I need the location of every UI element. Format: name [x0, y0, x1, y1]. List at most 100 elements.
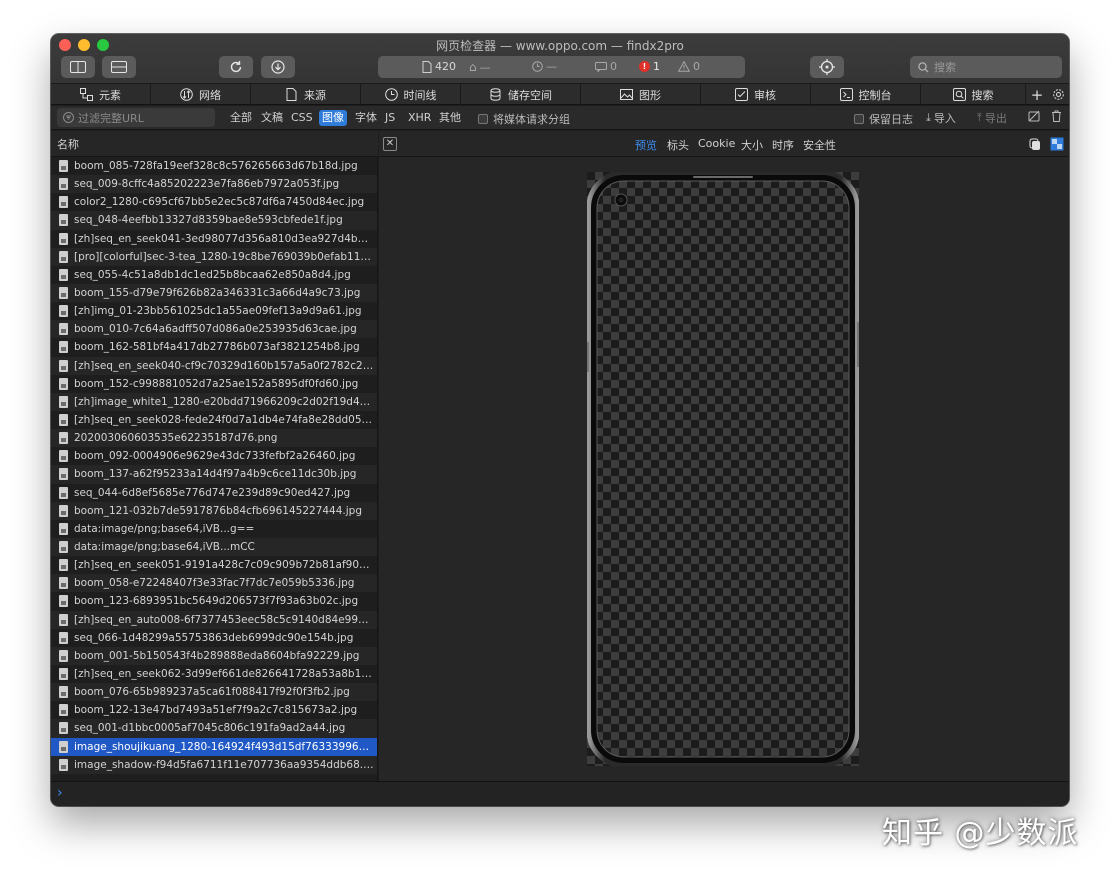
filter-type-fonts[interactable]: 字体: [352, 110, 380, 126]
disable-cache-button[interactable]: [1028, 110, 1040, 122]
trash-icon: [1052, 110, 1061, 122]
tab-sources[interactable]: 来源: [251, 84, 361, 105]
group-media-checkbox[interactable]: 将媒体请求分组: [478, 111, 570, 127]
tab-console[interactable]: 控制台: [811, 84, 921, 105]
preserve-log-checkbox[interactable]: 保留日志: [854, 111, 913, 127]
resource-name: boom_010-7c64a6adff507d086a0e253935d63ca…: [74, 323, 357, 336]
resource-row[interactable]: boom_092-0004906e9629e43dc733fefbf2a2646…: [51, 447, 377, 465]
name-column-header[interactable]: 名称: [51, 131, 378, 157]
resource-row[interactable]: image_shoujikuang_1280-164924f493d15df76…: [51, 737, 377, 756]
resource-row[interactable]: [zh]seq_en_seek051-9191a428c7c09c909b72b…: [51, 556, 377, 574]
transparency-toggle-button[interactable]: [1050, 137, 1064, 154]
detail-tab-headers[interactable]: 标头: [667, 137, 689, 153]
export-button[interactable]: ⤒ 导出: [977, 110, 1007, 126]
import-button[interactable]: ⤓ 导入: [926, 110, 956, 126]
url-filter-input[interactable]: 过滤完整URL: [57, 108, 215, 127]
detail-tab-security[interactable]: 安全性: [803, 137, 836, 153]
add-tab-button[interactable]: +: [1027, 84, 1047, 105]
phone-frame-image: [586, 170, 860, 768]
resource-row[interactable]: 202003060603535e62235187d76.png: [51, 429, 377, 448]
resource-row[interactable]: boom_155-d79e79f626b82a346331c3a66d4a9c7…: [51, 283, 377, 303]
errors-count[interactable]: ! 1: [639, 60, 660, 73]
resource-row[interactable]: boom_001-5b150543f4b289888eda8604bfa9222…: [51, 646, 377, 665]
filter-type-documents[interactable]: 文稿: [258, 110, 286, 126]
tab-audit[interactable]: 审核: [701, 84, 811, 105]
resource-row[interactable]: boom_152-c998881052d7a25ae152a5895df0fd6…: [51, 375, 377, 393]
filter-type-images[interactable]: 图像: [319, 110, 347, 126]
resource-row[interactable]: boom_076-65b989237a5ca61f088417f92f0f3fb…: [51, 683, 377, 702]
resource-row[interactable]: data:image/png;base64,iVB...g==: [51, 520, 377, 538]
resource-row[interactable]: seq_009-8cffc4a85202223e7fa86eb7972a053f…: [51, 175, 377, 194]
detail-tab-cookie[interactable]: Cookie: [698, 137, 735, 150]
image-file-icon: [59, 341, 68, 354]
detail-tab-timing[interactable]: 时序: [772, 137, 794, 153]
copy-button[interactable]: [1029, 138, 1041, 154]
tab-elements[interactable]: 元素: [51, 84, 151, 105]
detail-tab-size[interactable]: 大小: [741, 137, 763, 153]
resource-row[interactable]: [zh]image_white1_1280-e20bdd71966209c2d0…: [51, 392, 377, 411]
resource-size-status[interactable]: ⌂ —: [469, 60, 491, 74]
filter-type-js[interactable]: JS: [382, 110, 398, 126]
element-picker-button[interactable]: [810, 56, 844, 78]
download-button[interactable]: [261, 56, 295, 78]
dock-side-button[interactable]: [61, 56, 95, 78]
close-detail-button[interactable]: ✕: [383, 137, 397, 151]
resource-row[interactable]: seq_055-4c51a8db1dc1ed25b8bcaa62e850a8d4…: [51, 266, 377, 284]
resource-row[interactable]: [pro][colorful]sec-3-tea_1280-19c8be7690…: [51, 247, 377, 266]
resource-row[interactable]: data:image/png;base64,iVB...mCC: [51, 537, 377, 557]
resource-name: boom_058-e72248407f3e33fac7f7dc7e059b533…: [74, 577, 355, 590]
load-time-status[interactable]: —: [532, 60, 557, 73]
filter-type-xhr[interactable]: XHR: [405, 110, 434, 126]
resource-row[interactable]: image_shadow-f94d5fa6711f11e707736aa9354…: [51, 755, 377, 774]
global-search-input[interactable]: 搜索: [910, 56, 1062, 78]
resource-row[interactable]: [zh]seq_en_seek028-fede24f0d7a1db4e74fa8…: [51, 411, 377, 429]
resource-row[interactable]: seq_066-1d48299a55753863deb6999dc90e154b…: [51, 629, 377, 647]
resource-row[interactable]: [zh]img_01-23bb561025dc1a55ae09fef13a9d9…: [51, 302, 377, 320]
filter-type-all[interactable]: 全部: [227, 110, 255, 126]
resource-row[interactable]: [zh]seq_en_seek040-cf9c70329d160b157a5a0…: [51, 356, 377, 375]
detail-tab-preview[interactable]: 预览: [635, 137, 657, 153]
image-file-icon: [59, 613, 68, 626]
resource-row[interactable]: [zh]seq_en_seek041-3ed98077d356a810d3ea9…: [51, 230, 377, 248]
console-prompt-icon: ›: [57, 785, 63, 801]
messages-count[interactable]: 0: [595, 60, 617, 73]
image-file-icon: [59, 486, 68, 499]
clear-log-button[interactable]: [1051, 110, 1062, 122]
tab-timeline[interactable]: 时间线: [361, 84, 461, 105]
resource-row[interactable]: seq_044-6d8ef5685e776d747e239d89c90ed427…: [51, 484, 377, 502]
resource-row[interactable]: color2_1280-c695cf67bb5e2ec5c87df6a7450d…: [51, 193, 377, 211]
resource-row[interactable]: [zh]seq_en_seek062-3d99ef661de826641728a…: [51, 665, 377, 683]
console-prompt-bar[interactable]: ›: [51, 781, 1069, 806]
checkbox-box: [478, 114, 488, 124]
resource-row[interactable]: boom_058-e72248407f3e33fac7f7dc7e059b533…: [51, 574, 377, 593]
sources-icon: [286, 88, 297, 101]
resource-row[interactable]: boom_121-032b7de5917876b84cfb69614522744…: [51, 501, 377, 520]
search-placeholder: 搜索: [934, 61, 956, 74]
image-file-icon: [59, 722, 68, 735]
resource-name: boom_092-0004906e9629e43dc733fefbf2a2646…: [74, 450, 356, 463]
export-icon: ⤒: [977, 111, 982, 124]
resource-row[interactable]: [zh]seq_en_auto008-6f7377453eec58c5c9140…: [51, 610, 377, 629]
resource-row[interactable]: boom_162-581bf4a417db27786b073af3821254b…: [51, 338, 377, 356]
filter-type-other[interactable]: 其他: [436, 110, 464, 126]
warnings-count[interactable]: 0: [678, 60, 700, 73]
settings-button[interactable]: [1049, 84, 1067, 105]
resource-row[interactable]: boom_085-728fa19eef328c8c576265663d67b18…: [51, 157, 377, 175]
dock-bottom-button[interactable]: [102, 56, 136, 78]
tab-storage[interactable]: 储存空间: [461, 84, 581, 105]
filter-type-css[interactable]: CSS: [288, 110, 316, 126]
resource-count[interactable]: 420: [422, 60, 456, 73]
resource-row[interactable]: boom_010-7c64a6adff507d086a0e253935d63ca…: [51, 320, 377, 339]
image-file-icon: [59, 196, 68, 209]
tab-graphics[interactable]: 图形: [581, 84, 701, 105]
tab-search[interactable]: 搜索: [921, 84, 1026, 105]
resource-row[interactable]: boom_122-13e47bd7493a51ef7f9a2c7c815673a…: [51, 701, 377, 719]
resource-row[interactable]: boom_137-a62f95233a14d4f97a4b9c6ce11dc30…: [51, 465, 377, 484]
image-file-icon: [59, 522, 68, 535]
resource-row[interactable]: seq_048-4eefbb13327d8359bae8e593cbfede1f…: [51, 211, 377, 230]
resource-row[interactable]: boom_123-6893951bc5649d206573f7f93a63b02…: [51, 592, 377, 610]
resource-name: seq_044-6d8ef5685e776d747e239d89c90ed427…: [74, 486, 351, 499]
tab-network[interactable]: 网络: [151, 84, 251, 105]
reload-button[interactable]: [219, 56, 253, 78]
resource-row[interactable]: seq_001-d1bbc0005af7045c806c191fa9ad2a44…: [51, 719, 377, 738]
